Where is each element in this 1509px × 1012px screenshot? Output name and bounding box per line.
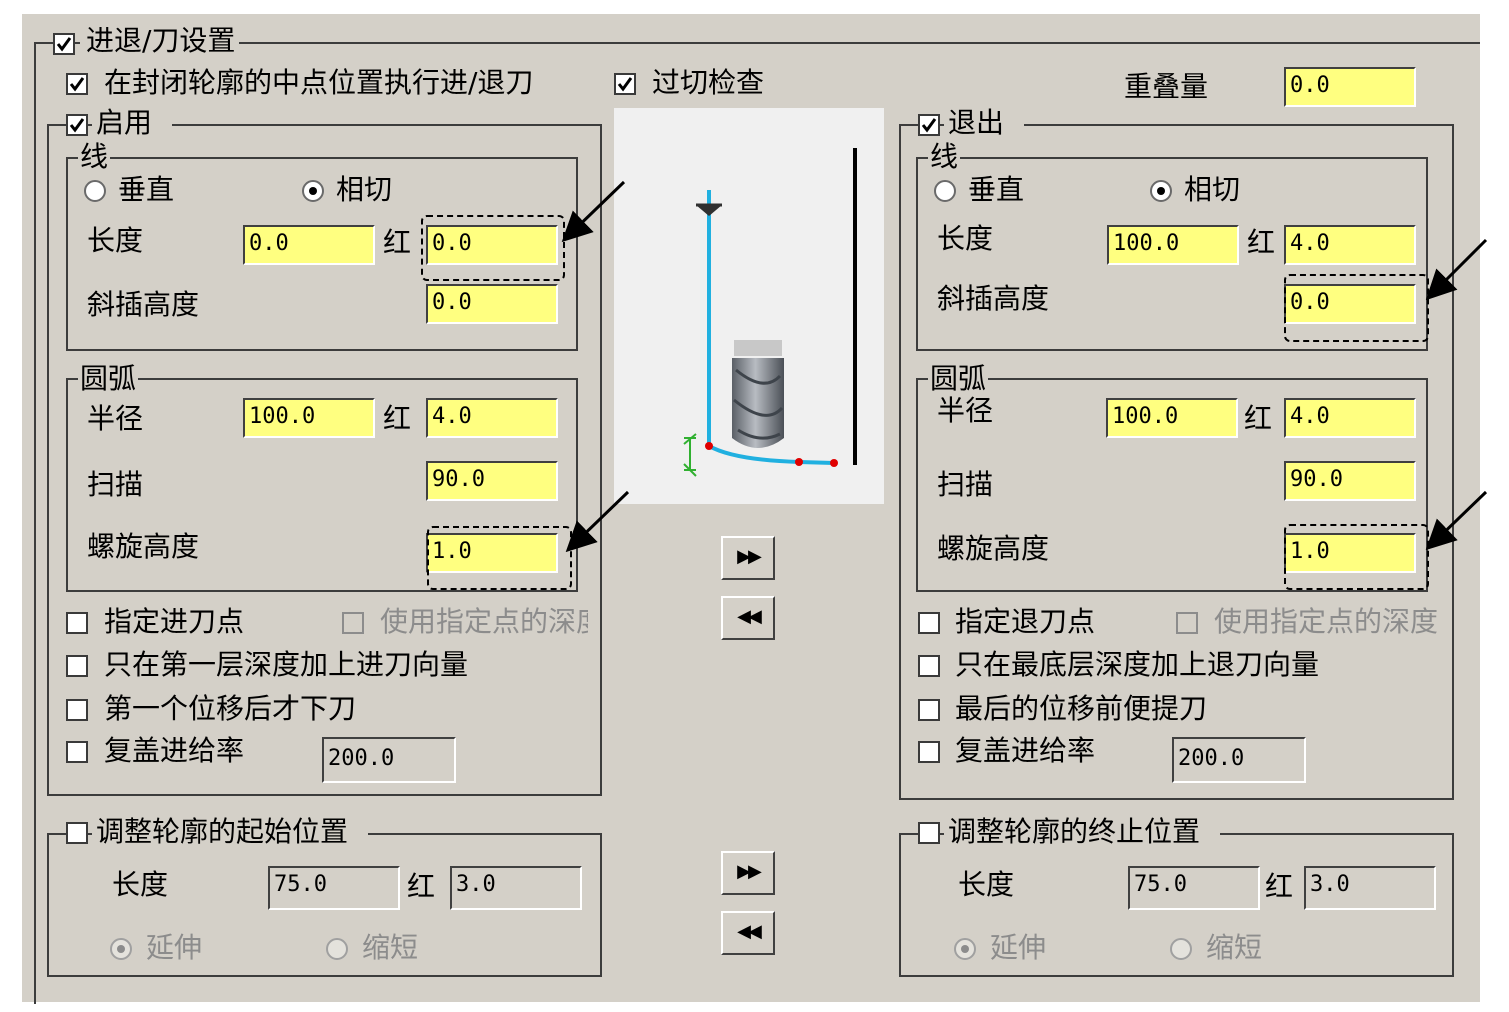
arrow-icon	[1425, 238, 1488, 301]
arrow-icon	[1425, 490, 1488, 551]
arrow-icon	[565, 490, 630, 553]
arrow-icon	[561, 180, 626, 243]
annotation-arrows	[561, 180, 1488, 553]
